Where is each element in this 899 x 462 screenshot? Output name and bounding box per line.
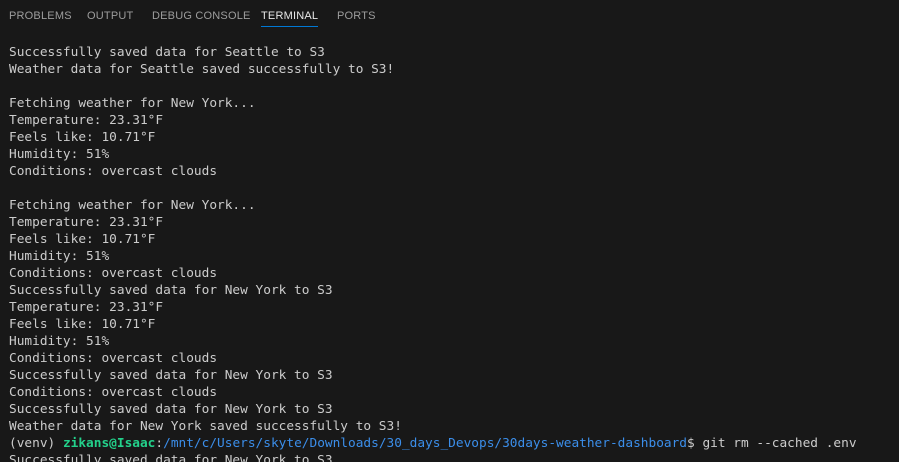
prompt-path: /mnt/c/Users/skyte/Downloads/30_days_Dev… — [163, 436, 688, 451]
prompt-user-host: zikans@Isaac — [62, 436, 156, 451]
tab-debug-console[interactable]: DEBUG CONSOLE — [152, 0, 251, 35]
terminal-line: Successfully saved data for New York to … — [9, 283, 333, 298]
prompt-command: git rm --cached .env — [702, 436, 857, 451]
terminal-line: Feels like: 10.71°F — [9, 130, 156, 145]
terminal-line: Successfully saved data for New York to … — [9, 453, 333, 462]
tab-ports[interactable]: PORTS — [337, 0, 376, 35]
terminal-line: Temperature: 23.31°F — [9, 300, 164, 315]
terminal-line: Conditions: overcast clouds — [9, 385, 218, 400]
terminal-line: Successfully saved data for Seattle to S… — [9, 45, 325, 60]
prompt-venv: (venv) — [9, 436, 63, 451]
terminal-line: Weather data for New York saved successf… — [9, 419, 402, 434]
terminal-line: Fetching weather for New York... — [9, 96, 256, 111]
terminal-output[interactable]: Successfully saved data for Seattle to S… — [9, 44, 899, 462]
terminal-line: Humidity: 51% — [9, 334, 110, 349]
terminal-line: Conditions: overcast clouds — [9, 351, 218, 366]
terminal-line: Feels like: 10.71°F — [9, 232, 156, 247]
terminal-line: Feels like: 10.71°F — [9, 317, 156, 332]
terminal-prompt-line: (venv) zikans@Isaac:/mnt/c/Users/skyte/D… — [9, 435, 899, 452]
panel-tab-bar: PROBLEMS OUTPUT DEBUG CONSOLE TERMINAL P… — [0, 0, 899, 35]
terminal-line: Conditions: overcast clouds — [9, 164, 218, 179]
prompt-separator: : — [155, 436, 164, 451]
tab-problems[interactable]: PROBLEMS — [9, 0, 72, 35]
terminal-line: Temperature: 23.31°F — [9, 215, 164, 230]
terminal-line: Weather data for Seattle saved successfu… — [9, 62, 395, 77]
terminal-line: Conditions: overcast clouds — [9, 266, 218, 281]
tab-terminal[interactable]: TERMINAL — [261, 0, 319, 35]
terminal-line: Successfully saved data for New York to … — [9, 402, 333, 417]
terminal-line: Humidity: 51% — [9, 147, 110, 162]
terminal-line: Successfully saved data for New York to … — [9, 368, 333, 383]
terminal-line: Fetching weather for New York... — [9, 198, 256, 213]
prompt-symbol: $ — [687, 436, 703, 451]
tab-output[interactable]: OUTPUT — [87, 0, 133, 35]
terminal-line: Temperature: 23.31°F — [9, 113, 164, 128]
terminal-line: Humidity: 51% — [9, 249, 110, 264]
